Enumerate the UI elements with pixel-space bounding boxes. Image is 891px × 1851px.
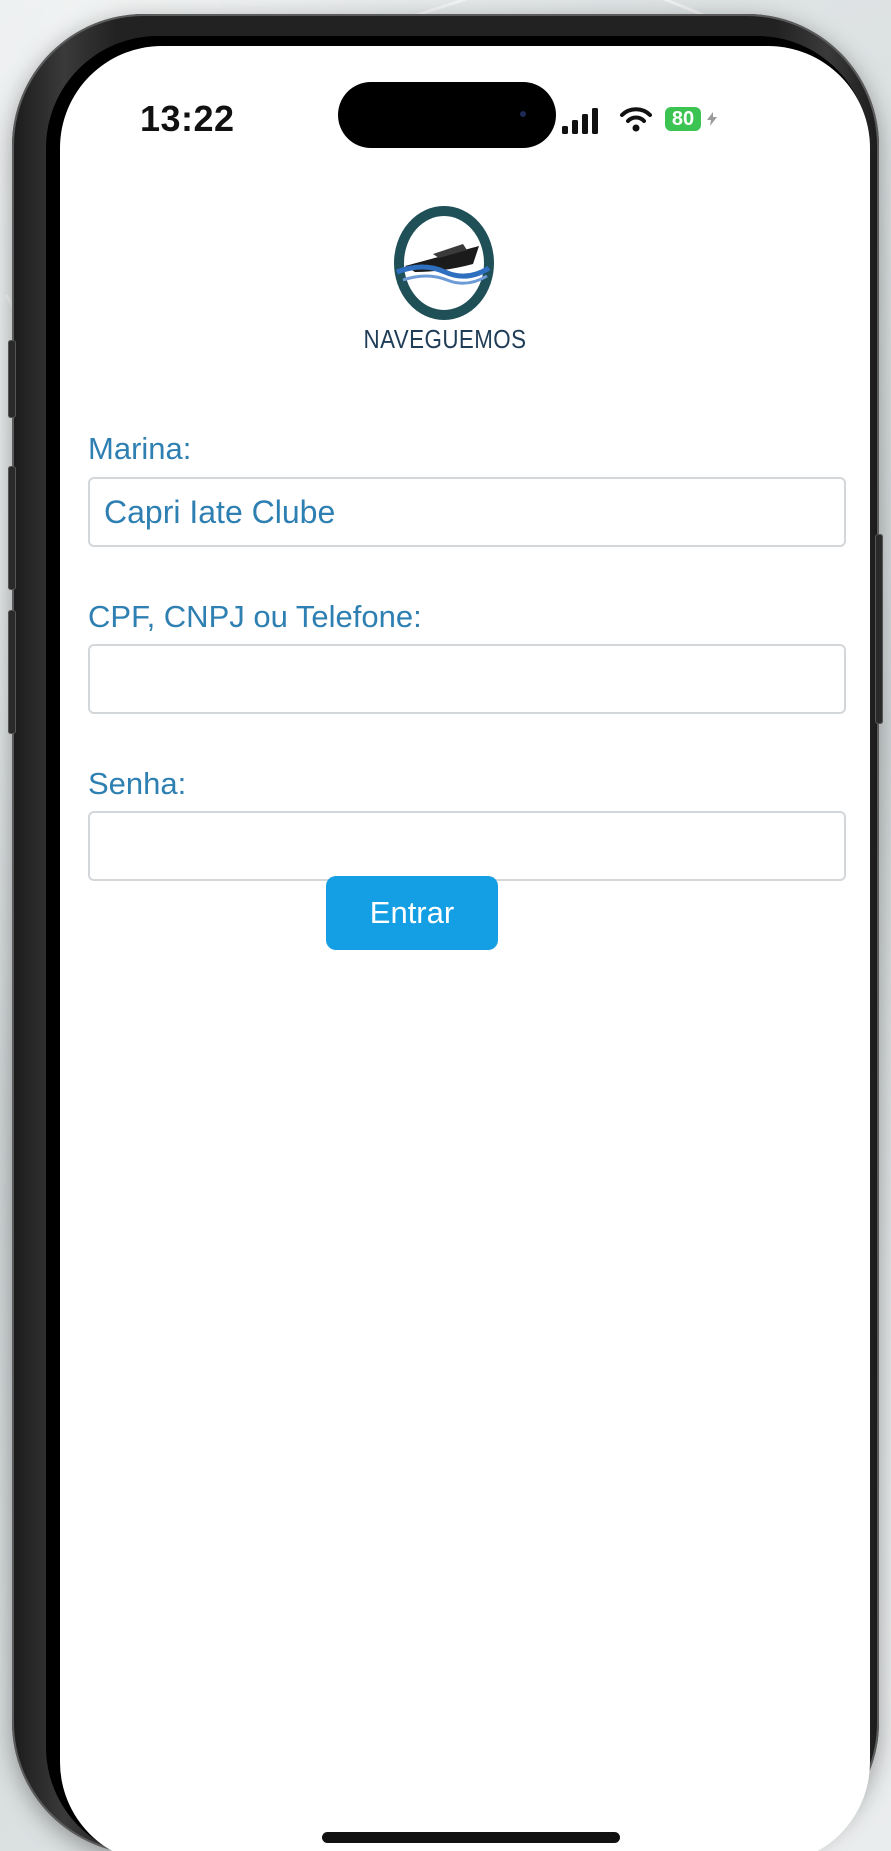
marina-label: Marina: — [88, 431, 192, 466]
volume-up-button — [8, 466, 16, 590]
password-field[interactable] — [88, 811, 846, 881]
naveguemos-logo: NAVEGUEMOS — [364, 206, 560, 372]
boat-emblem-icon — [394, 206, 494, 320]
password-label: Senha: — [88, 766, 187, 801]
volume-down-button — [8, 610, 16, 734]
signal-bars-icon — [562, 108, 598, 134]
wifi-icon — [620, 107, 652, 132]
home-indicator[interactable] — [322, 1832, 620, 1843]
brand-name: NAVEGUEMOS — [363, 324, 527, 354]
enter-button[interactable]: Entrar — [326, 876, 498, 950]
battery-charging-icon: 80 — [663, 106, 719, 134]
battery-level: 80 — [665, 107, 701, 131]
login-label: CPF, CNPJ ou Telefone: — [88, 599, 422, 634]
marina-field[interactable] — [88, 477, 846, 547]
status-time: 13:22 — [140, 98, 235, 139]
charging-bolt-icon — [707, 112, 717, 126]
camera-icon — [520, 111, 526, 117]
dynamic-island — [338, 82, 556, 148]
cpf-cnpj-phone-field[interactable] — [88, 644, 846, 714]
power-button — [875, 534, 883, 724]
phone-frame: 13:22 80 NAVEGUEMOS Marina: Capri Iate C… — [8, 14, 883, 1851]
action-button — [8, 340, 16, 418]
app-screen: 13:22 80 NAVEGUEMOS Marina: Capri Iate C… — [60, 46, 870, 1851]
